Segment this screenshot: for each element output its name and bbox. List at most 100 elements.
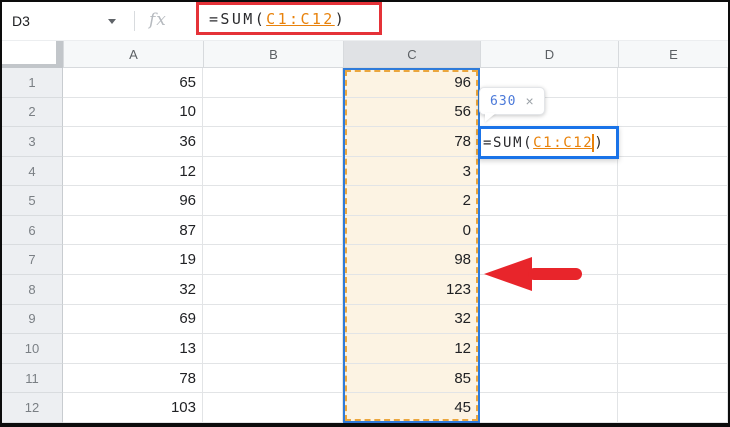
cell-B10[interactable] bbox=[203, 334, 343, 364]
cell-D12[interactable] bbox=[480, 393, 618, 423]
cell-D11[interactable] bbox=[480, 363, 618, 394]
cell-A1[interactable]: 65 bbox=[63, 68, 203, 98]
preview-value: 630 bbox=[490, 93, 517, 109]
formula-prefix: =SUM( bbox=[209, 9, 267, 28]
cell-C12[interactable]: 45 bbox=[343, 393, 480, 423]
column-header-C[interactable]: C bbox=[343, 41, 480, 68]
cell-A4[interactable]: 12 bbox=[63, 156, 203, 187]
grid-body: 1 65 96 2 10 56 3 36 78 4 12 3 5 96 2 6 87 0 7 19 98 8 32 123 9 6… bbox=[2, 68, 728, 423]
cell-B6[interactable] bbox=[203, 215, 343, 246]
row-header-4[interactable]: 4 bbox=[2, 156, 63, 187]
cell-B2[interactable] bbox=[203, 97, 343, 128]
column-header-D[interactable]: D bbox=[480, 41, 618, 68]
cell-E7[interactable] bbox=[618, 245, 728, 276]
cell-E2[interactable] bbox=[618, 97, 728, 128]
cell-C7[interactable]: 98 bbox=[343, 245, 480, 276]
cell-D10[interactable] bbox=[480, 334, 618, 364]
row-header-8[interactable]: 8 bbox=[2, 275, 63, 305]
cell-A11[interactable]: 78 bbox=[63, 363, 203, 394]
cell-E3[interactable] bbox=[618, 127, 728, 157]
cell-C5[interactable]: 2 bbox=[343, 186, 480, 216]
fx-function-icon: fx bbox=[149, 10, 167, 30]
cell-D7[interactable] bbox=[480, 245, 618, 276]
chevron-down-icon[interactable] bbox=[108, 18, 116, 24]
cell-E6[interactable] bbox=[618, 215, 728, 246]
toolbar-divider bbox=[134, 11, 135, 31]
cell-D5[interactable] bbox=[480, 186, 618, 216]
column-header-A[interactable]: A bbox=[63, 41, 203, 68]
spreadsheet-window: D3 fx =SUM(C1:C12) ABCDE 1 65 96 2 10 56 3 36 78… bbox=[0, 0, 730, 427]
column-header-E[interactable]: E bbox=[618, 41, 728, 68]
cell-B11[interactable] bbox=[203, 363, 343, 394]
cell-C11[interactable]: 85 bbox=[343, 363, 480, 394]
cell-E1[interactable] bbox=[618, 68, 728, 98]
cell-B4[interactable] bbox=[203, 156, 343, 187]
row-header-6[interactable]: 6 bbox=[2, 215, 63, 246]
cell-A12[interactable]: 103 bbox=[63, 393, 203, 423]
name-box-value: D3 bbox=[12, 13, 30, 29]
cell-D4[interactable] bbox=[480, 156, 618, 187]
name-box[interactable]: D3 bbox=[2, 2, 124, 40]
formula-result-preview: 630 × bbox=[479, 87, 545, 115]
row-1: 1 65 96 bbox=[2, 68, 728, 98]
cell-E11[interactable] bbox=[618, 363, 728, 394]
cell-A5[interactable]: 96 bbox=[63, 186, 203, 216]
row-6: 6 87 0 bbox=[2, 215, 728, 246]
cell-B1[interactable] bbox=[203, 68, 343, 98]
cell-C9[interactable]: 32 bbox=[343, 304, 480, 335]
row-header-2[interactable]: 2 bbox=[2, 97, 63, 128]
cell-E9[interactable] bbox=[618, 304, 728, 335]
cell-B5[interactable] bbox=[203, 186, 343, 216]
row-header-10[interactable]: 10 bbox=[2, 334, 63, 364]
cell-C4[interactable]: 3 bbox=[343, 156, 480, 187]
cell-B8[interactable] bbox=[203, 275, 343, 305]
cell-A8[interactable]: 32 bbox=[63, 275, 203, 305]
cell-E10[interactable] bbox=[618, 334, 728, 364]
cell-C10[interactable]: 12 bbox=[343, 334, 480, 364]
cell-B9[interactable] bbox=[203, 304, 343, 335]
row-7: 7 19 98 bbox=[2, 245, 728, 276]
cell-A7[interactable]: 19 bbox=[63, 245, 203, 276]
row-header-12[interactable]: 12 bbox=[2, 393, 63, 423]
column-header-B[interactable]: B bbox=[203, 41, 343, 68]
editor-range-reference: C1:C12 bbox=[533, 134, 594, 151]
close-icon[interactable]: × bbox=[525, 94, 533, 108]
row-3: 3 36 78 bbox=[2, 127, 728, 157]
cell-D6[interactable] bbox=[480, 215, 618, 246]
cell-A9[interactable]: 69 bbox=[63, 304, 203, 335]
cell-E5[interactable] bbox=[618, 186, 728, 216]
row-header-7[interactable]: 7 bbox=[2, 245, 63, 276]
cell-B12[interactable] bbox=[203, 393, 343, 423]
cell-B7[interactable] bbox=[203, 245, 343, 276]
formula-bar-highlight-box[interactable]: =SUM(C1:C12) bbox=[196, 2, 382, 35]
cell-D8[interactable] bbox=[480, 275, 618, 305]
cell-E8[interactable] bbox=[618, 275, 728, 305]
cell-A10[interactable]: 13 bbox=[63, 334, 203, 364]
formula-suffix: ) bbox=[334, 9, 347, 28]
row-header-11[interactable]: 11 bbox=[2, 363, 63, 394]
cell-editor-d3[interactable]: =SUM(C1:C12) bbox=[478, 126, 619, 159]
select-all-corner[interactable] bbox=[2, 41, 63, 68]
cell-E12[interactable] bbox=[618, 393, 728, 423]
cell-C1[interactable]: 96 bbox=[343, 68, 480, 98]
row-11: 11 78 85 bbox=[2, 363, 728, 394]
cell-E4[interactable] bbox=[618, 156, 728, 187]
cell-D9[interactable] bbox=[480, 304, 618, 335]
cell-C8[interactable]: 123 bbox=[343, 275, 480, 305]
row-header-9[interactable]: 9 bbox=[2, 304, 63, 335]
cell-B3[interactable] bbox=[203, 127, 343, 157]
row-10: 10 13 12 bbox=[2, 334, 728, 364]
row-header-5[interactable]: 5 bbox=[2, 186, 63, 216]
row-header-1[interactable]: 1 bbox=[2, 68, 63, 98]
row-9: 9 69 32 bbox=[2, 304, 728, 335]
row-12: 12 103 45 bbox=[2, 393, 728, 423]
cell-C2[interactable]: 56 bbox=[343, 97, 480, 128]
cell-A2[interactable]: 10 bbox=[63, 97, 203, 128]
cell-A3[interactable]: 36 bbox=[63, 127, 203, 157]
cell-A6[interactable]: 87 bbox=[63, 215, 203, 246]
cell-C6[interactable]: 0 bbox=[343, 215, 480, 246]
row-header-3[interactable]: 3 bbox=[2, 127, 63, 157]
row-4: 4 12 3 bbox=[2, 156, 728, 187]
row-8: 8 32 123 bbox=[2, 275, 728, 305]
cell-C3[interactable]: 78 bbox=[343, 127, 480, 157]
